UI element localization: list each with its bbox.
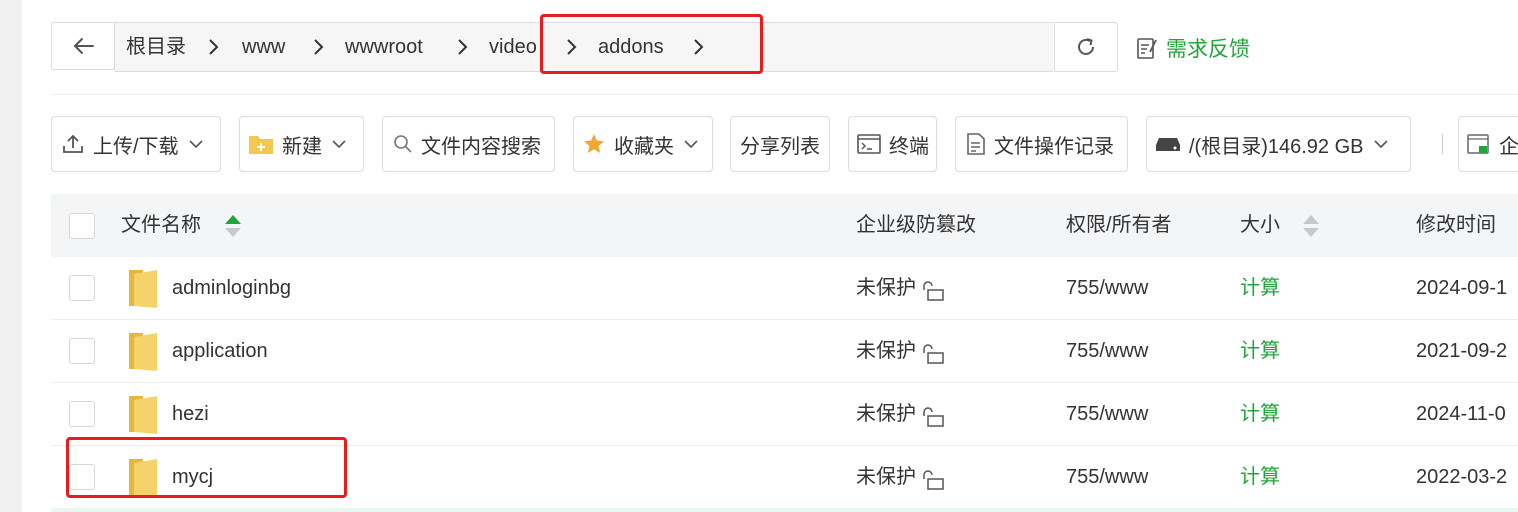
- sort-icon[interactable]: [1302, 213, 1320, 239]
- star-icon: [582, 132, 606, 156]
- terminal-icon: [857, 133, 881, 155]
- refresh-icon: [1078, 38, 1094, 55]
- enterprise-lock-icon: [1467, 132, 1491, 156]
- tamper-status: 未保护: [856, 466, 916, 488]
- terminal-label: 终端: [889, 135, 929, 158]
- red-highlight-box-row: [66, 437, 347, 498]
- file-log-label: 文件操作记录: [994, 135, 1114, 158]
- size-calc-link[interactable]: 计算: [1240, 383, 1280, 445]
- left-background-strip: [0, 0, 22, 512]
- modified-time: 2024-11-0: [1416, 403, 1506, 425]
- divider: [51, 94, 1518, 95]
- crumb-root[interactable]: 根目录: [126, 23, 186, 71]
- permission[interactable]: 755/www: [1066, 446, 1148, 508]
- row-checkbox[interactable]: [69, 401, 95, 427]
- enterprise-label: 企: [1499, 135, 1518, 158]
- crumb-www[interactable]: www: [242, 23, 285, 71]
- terminal-button[interactable]: 终端: [848, 116, 937, 172]
- file-name[interactable]: hezi: [172, 383, 209, 445]
- folder-icon: [129, 396, 157, 434]
- table-row[interactable]: adminloginbg 未保护 755/www 计算 2024-09-1: [51, 257, 1518, 320]
- enterprise-button[interactable]: 企: [1458, 116, 1518, 172]
- modified-time: 2022-03-2: [1416, 466, 1508, 488]
- feedback-label: 需求反馈: [1166, 38, 1250, 61]
- chevron-right-icon: [458, 39, 468, 55]
- chevron-down-icon: [188, 139, 203, 149]
- upload-download-label: 上传/下载: [93, 135, 179, 158]
- unlock-icon[interactable]: [921, 281, 945, 301]
- unlock-icon[interactable]: [921, 407, 945, 427]
- table-header: 文件名称 企业级防篡改 权限/所有者 大小 修改时间: [51, 194, 1518, 257]
- file-log-button[interactable]: 文件操作记录: [955, 116, 1128, 172]
- header-name[interactable]: 文件名称: [121, 194, 201, 257]
- disk-selector[interactable]: /(根目录)146.92 GB: [1146, 116, 1411, 172]
- file-name[interactable]: application: [172, 320, 268, 382]
- toolbar-divider: [1442, 134, 1443, 154]
- row-checkbox[interactable]: [69, 338, 95, 364]
- arrow-left-icon: [73, 38, 94, 54]
- refresh-button[interactable]: [1054, 22, 1118, 72]
- crumb-wwwroot[interactable]: wwwroot: [345, 23, 423, 71]
- content-search-button[interactable]: 文件内容搜索: [382, 116, 555, 172]
- folder-icon: [129, 270, 157, 308]
- favorites-label: 收藏夹: [614, 135, 674, 158]
- edit-note-icon: [1137, 38, 1157, 59]
- hard-drive-icon: [1155, 134, 1181, 154]
- folder-icon: [129, 333, 157, 371]
- document-log-icon: [966, 132, 986, 156]
- chevron-down-icon: [1373, 139, 1388, 149]
- permission[interactable]: 755/www: [1066, 257, 1148, 319]
- unlock-icon[interactable]: [921, 470, 945, 490]
- chevron-right-icon: [314, 39, 324, 55]
- header-permission: 权限/所有者: [1066, 214, 1172, 236]
- crumb-video[interactable]: video: [489, 23, 537, 71]
- size-calc-link[interactable]: 计算: [1240, 446, 1280, 508]
- share-list-button[interactable]: 分享列表: [730, 116, 830, 172]
- content-search-label: 文件内容搜索: [421, 135, 541, 158]
- size-calc-link[interactable]: 计算: [1240, 320, 1280, 382]
- favorites-button[interactable]: 收藏夹: [573, 116, 713, 172]
- red-highlight-box-path: [540, 14, 763, 74]
- back-button[interactable]: [51, 22, 115, 70]
- modified-time: 2021-09-2: [1416, 340, 1508, 362]
- disk-label: /(根目录)146.92 GB: [1189, 135, 1364, 158]
- size-calc-link[interactable]: 计算: [1240, 257, 1280, 319]
- feedback-link[interactable]: 需求反馈: [1136, 33, 1250, 63]
- chevron-down-icon: [332, 139, 346, 149]
- unlock-icon[interactable]: [921, 344, 945, 364]
- header-size[interactable]: 大小: [1240, 194, 1280, 257]
- header-tamper: 企业级防篡改: [856, 214, 976, 236]
- new-button[interactable]: 新建: [239, 116, 364, 172]
- header-modified: 修改时间: [1416, 214, 1496, 236]
- modified-time: 2024-09-1: [1416, 277, 1508, 299]
- new-folder-icon: [248, 132, 274, 156]
- permission[interactable]: 755/www: [1066, 383, 1148, 445]
- tamper-status: 未保护: [856, 277, 916, 299]
- tamper-status: 未保护: [856, 340, 916, 362]
- select-all-checkbox[interactable]: [69, 213, 95, 239]
- sort-icon[interactable]: [224, 213, 242, 239]
- file-name[interactable]: adminloginbg: [172, 257, 291, 319]
- share-list-label: 分享列表: [740, 135, 820, 158]
- table-row[interactable]: application 未保护 755/www 计算 2021-09-2: [51, 320, 1518, 383]
- upload-download-button[interactable]: 上传/下载: [51, 116, 221, 172]
- chevron-right-icon: [209, 39, 219, 55]
- upload-icon: [61, 132, 85, 156]
- new-label: 新建: [282, 135, 322, 158]
- row-checkbox[interactable]: [69, 275, 95, 301]
- tamper-status: 未保护: [856, 403, 916, 425]
- search-icon: [393, 134, 413, 154]
- chevron-down-icon: [684, 139, 698, 149]
- permission[interactable]: 755/www: [1066, 320, 1148, 382]
- next-row-hint: [51, 508, 1518, 512]
